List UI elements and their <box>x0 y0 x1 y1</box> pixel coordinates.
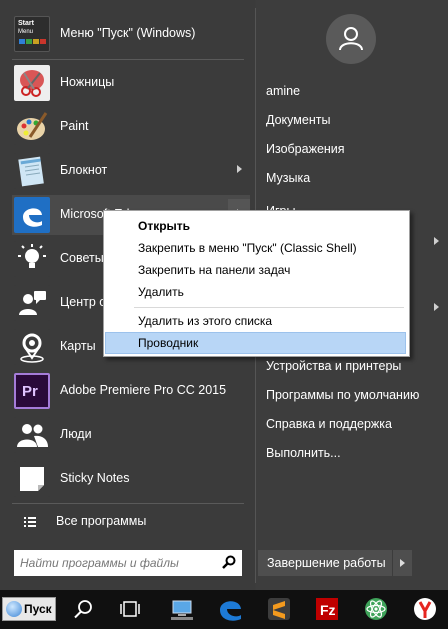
right-item-help[interactable]: Справка и поддержка <box>266 417 392 431</box>
start-orb-icon <box>6 601 22 617</box>
edge-icon <box>14 197 50 233</box>
shutdown-label: Завершение работы <box>267 556 386 570</box>
pinned-item-sticky-notes[interactable]: Sticky Notes <box>12 459 250 499</box>
context-item-remove-from-list[interactable]: Удалить из этого списка <box>105 310 406 332</box>
context-item-open[interactable]: Открыть <box>105 215 406 237</box>
chevron-right-icon[interactable] <box>434 237 439 245</box>
scissors-icon <box>14 65 50 101</box>
right-item-music[interactable]: Музыка <box>266 171 310 185</box>
task-view-icon[interactable] <box>115 594 145 624</box>
right-item-documents[interactable]: Документы <box>266 113 330 127</box>
pinned-item-windows-start[interactable]: Start Menu Меню "Пуск" (Windows) <box>12 14 250 54</box>
search-input[interactable] <box>20 554 210 572</box>
context-item-pin-taskbar[interactable]: Закрепить на панели задач <box>105 259 406 281</box>
separator <box>134 307 404 308</box>
avatar[interactable] <box>326 14 376 64</box>
pinned-item-label: Adobe Premiere Pro CC 2015 <box>60 383 227 397</box>
list-icon <box>24 516 36 531</box>
right-item-default-programs[interactable]: Программы по умолчанию <box>266 388 419 402</box>
pinned-item-label: Люди <box>60 427 92 441</box>
context-item-delete[interactable]: Удалить <box>105 281 406 303</box>
separator <box>12 503 244 504</box>
context-item-pin-start[interactable]: Закрепить в меню "Пуск" (Classic Shell) <box>105 237 406 259</box>
pinned-item-paint[interactable]: Paint <box>12 107 250 147</box>
search-taskbar-icon[interactable] <box>68 594 98 624</box>
shutdown-button[interactable]: Завершение работы <box>258 550 392 576</box>
chevron-right-icon <box>400 559 405 567</box>
lightbulb-icon <box>14 241 50 277</box>
edge-taskbar-icon[interactable] <box>215 594 245 624</box>
shutdown-options-button[interactable] <box>392 550 412 576</box>
pinned-item-label: Меню "Пуск" (Windows) <box>60 26 196 40</box>
atom-icon[interactable] <box>361 594 391 624</box>
chevron-right-icon[interactable] <box>434 303 439 311</box>
pinned-item-people[interactable]: Люди <box>12 415 250 455</box>
start-menu-icon: Start Menu <box>14 16 50 52</box>
yandex-browser-icon[interactable] <box>410 594 440 624</box>
start-button-label: Пуск <box>24 602 52 616</box>
pinned-item-snipping[interactable]: Ножницы <box>12 63 250 103</box>
pinned-item-label: Ножницы <box>60 75 115 89</box>
filezilla-icon[interactable]: Fz <box>312 594 342 624</box>
start-button[interactable]: Пуск <box>2 597 56 621</box>
right-item-user[interactable]: amine <box>266 84 300 98</box>
notepad-icon <box>14 153 50 189</box>
pinned-item-label: Блокнот <box>60 163 108 177</box>
pinned-item-label: Sticky Notes <box>60 471 130 485</box>
people-icon <box>14 417 50 453</box>
pinned-item-notepad[interactable]: Блокнот <box>12 151 250 191</box>
pinned-item-premiere[interactable]: Pr Adobe Premiere Pro CC 2015 <box>12 371 250 411</box>
paint-palette-icon <box>14 109 50 145</box>
sublime-text-icon[interactable] <box>264 594 294 624</box>
separator <box>12 59 244 60</box>
svg-text:Fz: Fz <box>320 602 336 618</box>
premiere-icon: Pr <box>14 373 50 409</box>
context-menu: Открыть Закрепить в меню "Пуск" (Classic… <box>103 210 410 357</box>
all-programs-label: Все программы <box>56 514 147 528</box>
right-item-pictures[interactable]: Изображения <box>266 142 345 156</box>
search-icon[interactable] <box>222 555 236 572</box>
pinned-item-label: Советы <box>60 251 104 265</box>
search-box[interactable] <box>14 550 242 576</box>
all-programs-button[interactable]: Все программы <box>12 507 250 535</box>
feedback-icon <box>14 285 50 321</box>
right-item-run[interactable]: Выполнить... <box>266 446 341 460</box>
user-icon <box>339 27 363 51</box>
pinned-item-label: Карты <box>60 339 96 353</box>
maps-icon <box>14 329 50 365</box>
chevron-right-icon[interactable] <box>237 165 242 173</box>
context-item-explorer[interactable]: Проводник <box>105 332 406 354</box>
network-computer-icon[interactable] <box>167 594 197 624</box>
right-item-devices[interactable]: Устройства и принтеры <box>266 359 401 373</box>
pinned-item-label: Paint <box>60 119 89 133</box>
sticky-notes-icon <box>14 461 50 497</box>
